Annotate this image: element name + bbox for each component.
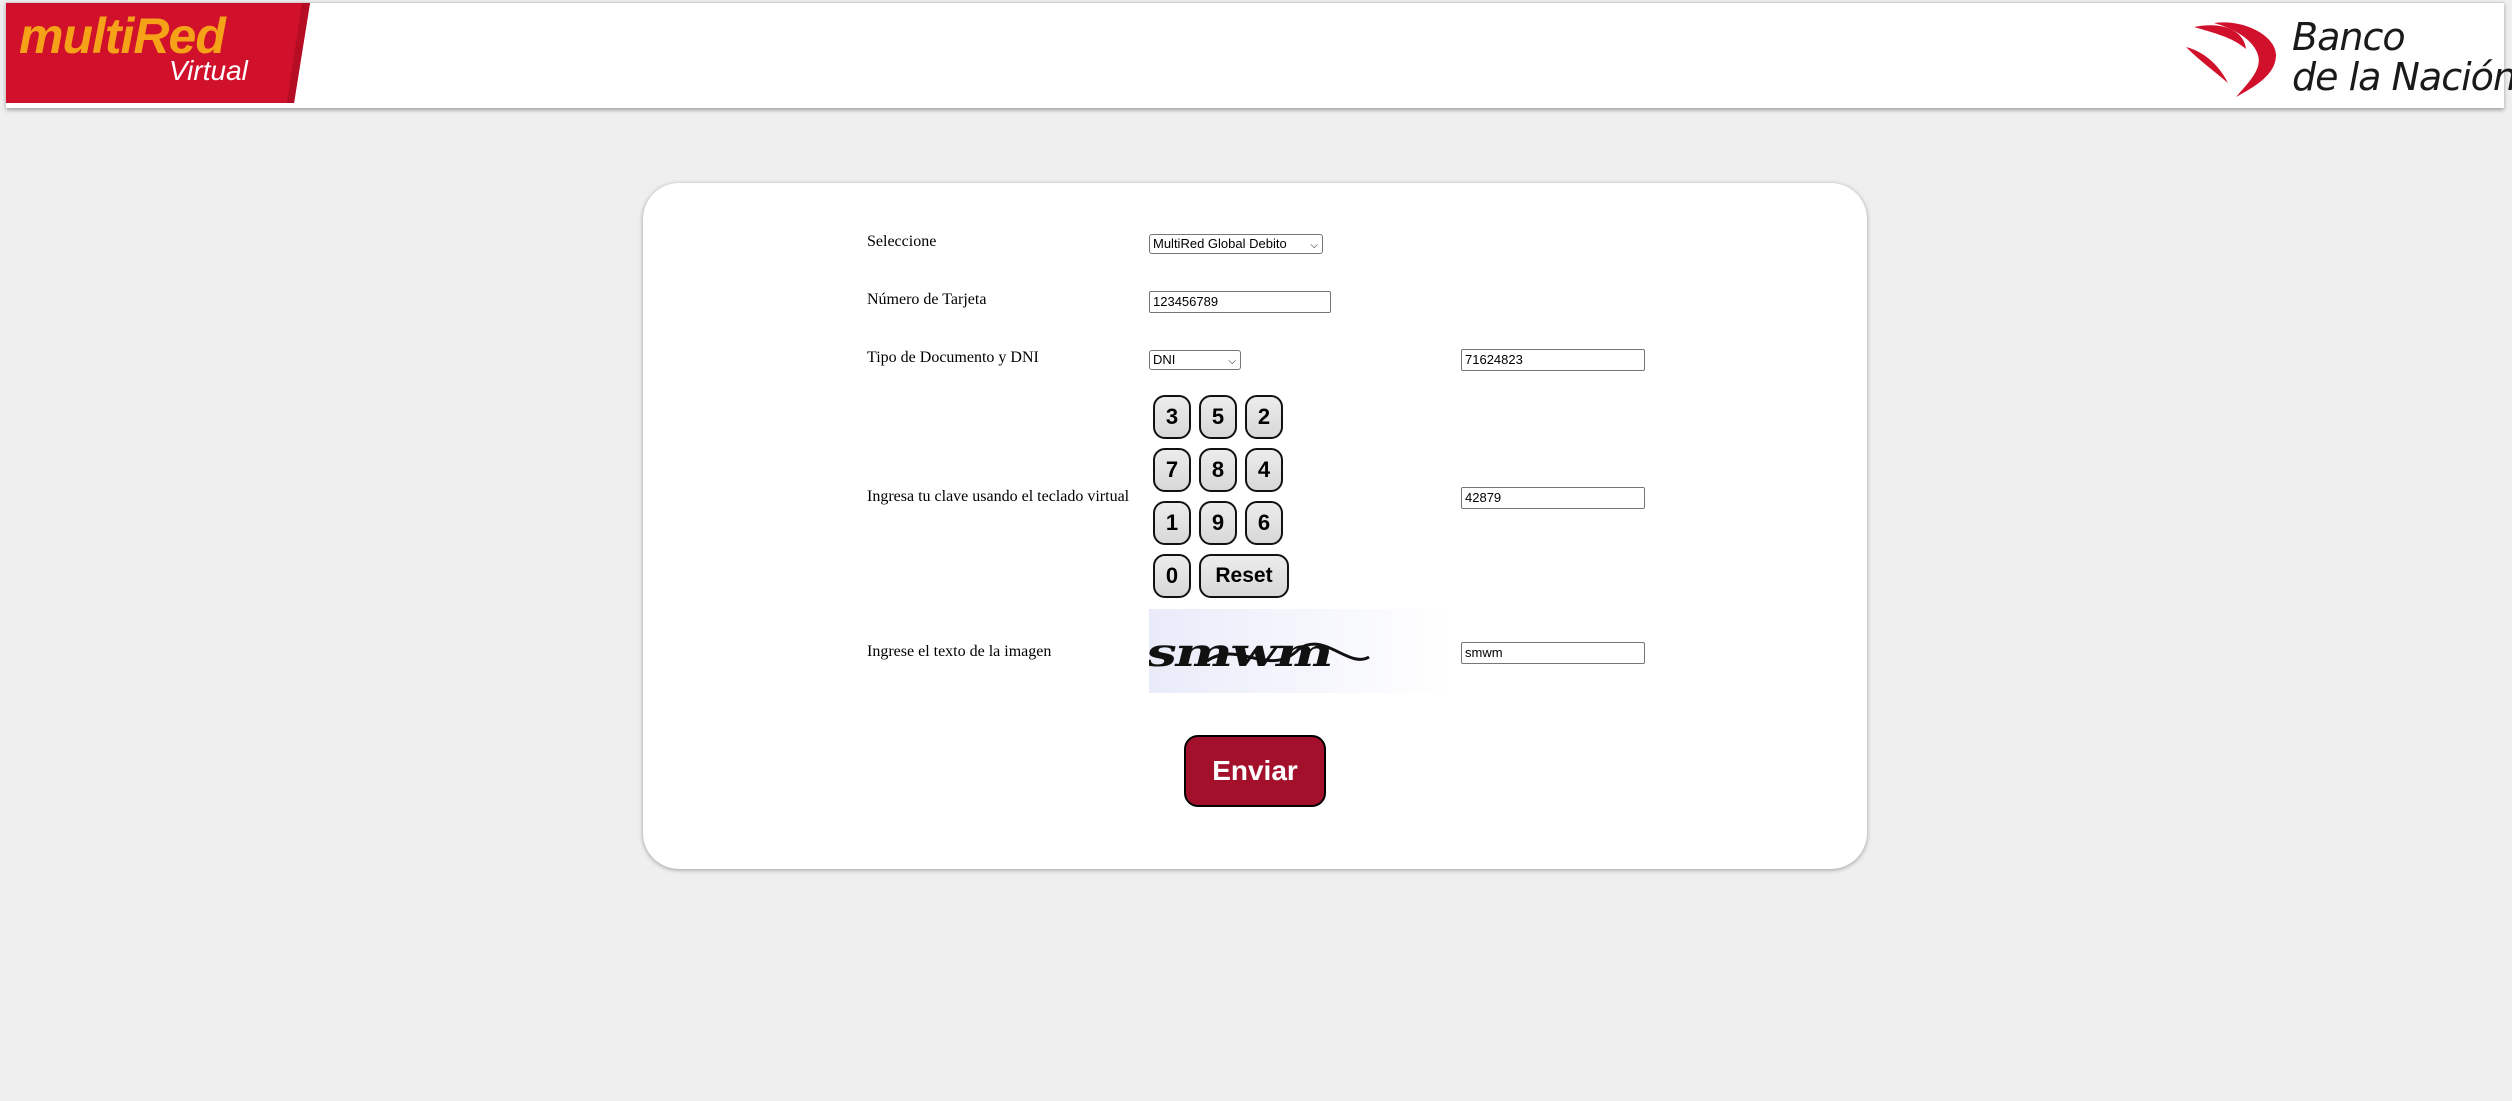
- keypad-key[interactable]: 9: [1199, 501, 1237, 545]
- password-label: Ingresa tu clave usando el teclado virtu…: [867, 488, 1130, 505]
- banco-nacion-text-line2: de la Nación: [2292, 55, 2512, 99]
- chevron-down-icon: ⌵: [1228, 356, 1236, 367]
- seleccione-label: Seleccione: [867, 233, 937, 250]
- card-number-label: Número de Tarjeta: [867, 291, 987, 308]
- document-type-select[interactable]: DNI ⌵: [1149, 350, 1241, 370]
- keypad-key[interactable]: 5: [1199, 395, 1237, 439]
- captcha-label: Ingrese el texto de la imagen: [867, 643, 1052, 660]
- multired-logo: multiRed Virtual: [6, 3, 310, 103]
- keypad-key[interactable]: 6: [1245, 501, 1283, 545]
- login-card: Seleccione MultiRed Global Debito ⌵ Núme…: [643, 183, 1867, 869]
- keypad-key[interactable]: 4: [1245, 448, 1283, 492]
- document-label: Tipo de Documento y DNI: [867, 349, 1039, 366]
- submit-button[interactable]: Enviar: [1184, 735, 1326, 807]
- captcha-distorted-text: smwm: [1141, 630, 1370, 676]
- keypad-reset-button[interactable]: Reset: [1199, 554, 1289, 598]
- captcha-image: smwm: [1141, 609, 1455, 693]
- chevron-down-icon: ⌵: [1310, 240, 1318, 251]
- keypad-key[interactable]: 0: [1153, 554, 1191, 598]
- card-type-select[interactable]: MultiRed Global Debito ⌵: [1149, 234, 1323, 254]
- document-type-select-value: DNI: [1153, 352, 1176, 367]
- card-number-input[interactable]: 123456789: [1149, 291, 1331, 313]
- keypad-key[interactable]: 2: [1245, 395, 1283, 439]
- keypad-key[interactable]: 1: [1153, 501, 1191, 545]
- multired-logo-subtext: Virtual: [169, 55, 248, 86]
- keypad-key[interactable]: 3: [1153, 395, 1191, 439]
- dni-input[interactable]: 71624823: [1461, 349, 1645, 371]
- keypad-key[interactable]: 8: [1199, 448, 1237, 492]
- keypad-key[interactable]: 7: [1153, 448, 1191, 492]
- banco-nacion-emblem-icon: [2186, 22, 2276, 97]
- password-input[interactable]: 42879: [1461, 487, 1645, 509]
- captcha-input[interactable]: smwm: [1461, 642, 1645, 664]
- card-type-select-value: MultiRed Global Debito: [1153, 236, 1287, 251]
- banco-nacion-logo: Banco de la Nación: [2184, 11, 2512, 101]
- top-header: multiRed Virtual Banco de la Nación: [6, 2, 2512, 108]
- svg-text:smwm: smwm: [1149, 630, 1339, 676]
- banco-nacion-text-line1: Banco: [2292, 15, 2406, 59]
